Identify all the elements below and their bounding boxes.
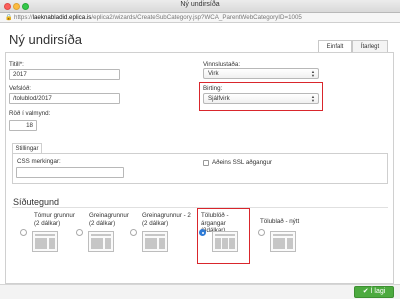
- lock-icon: 🔒: [5, 15, 13, 21]
- publish-value: Sjálfvirk: [208, 95, 230, 102]
- layout-radio-5[interactable]: [258, 229, 265, 236]
- url-host: laeknabladid.eplica.is: [32, 14, 92, 21]
- dialog-footer: [0, 284, 400, 299]
- layout-option-label: Greinagrunnur - 2 (2 dálkar): [142, 212, 191, 227]
- ok-button[interactable]: ✔ Í lagi: [354, 286, 394, 298]
- workflow-select[interactable]: Virk ▲ ▼: [203, 68, 319, 79]
- layout-option-label: Tölublað - nýtt: [260, 218, 300, 225]
- layout-thumbnail-icon[interactable]: [270, 231, 296, 252]
- layout-heading: Síðutegund: [13, 197, 60, 207]
- workflow-value: Virk: [208, 70, 219, 77]
- layout-thumbnail-icon[interactable]: [142, 231, 168, 252]
- ssl-label: Aðeins SSL aðgangur: [212, 159, 272, 166]
- title-input[interactable]: 2017: [9, 69, 120, 80]
- window-titlebar: Ný undirsíða: [0, 0, 400, 13]
- address-input[interactable]: /tolublod/2017: [9, 93, 120, 104]
- ssl-checkbox[interactable]: [203, 160, 209, 166]
- select-arrows-icon: ▲ ▼: [311, 94, 315, 103]
- layout-radio-2[interactable]: [76, 229, 83, 236]
- dialog-window: Ný undirsíða 🔒 https://laeknabladid.epli…: [0, 0, 400, 299]
- title-label: Titill*:: [9, 61, 24, 68]
- workflow-label: Vinnslustaða:: [203, 61, 241, 68]
- css-label: CSS merkingar:: [17, 158, 61, 165]
- url-path: /eplica2/wizards/CreateSubCategory.jsp?W…: [91, 14, 302, 21]
- order-input[interactable]: 18: [9, 120, 37, 131]
- select-arrows-icon: ▲ ▼: [311, 69, 315, 78]
- css-input[interactable]: [16, 167, 124, 178]
- layout-thumbnail-icon[interactable]: [88, 231, 114, 252]
- address-label: Vefslóð:: [9, 85, 32, 92]
- layout-thumbnail-icon[interactable]: [32, 231, 58, 252]
- address-url[interactable]: https://laeknabladid.eplica.is/eplica2/w…: [14, 14, 302, 21]
- check-icon: ✔: [362, 288, 369, 295]
- window-title: Ný undirsíða: [180, 1, 220, 8]
- publish-label: Birting:: [203, 85, 223, 92]
- layout-radio-3[interactable]: [130, 229, 137, 236]
- layout-thumbnail-icon[interactable]: [212, 231, 238, 252]
- url-scheme: https://: [14, 14, 33, 21]
- order-label: Röð í valmynd:: [9, 110, 51, 117]
- address-bar[interactable]: 🔒 https://laeknabladid.eplica.is/eplica2…: [0, 13, 400, 23]
- layout-radio-4[interactable]: [199, 229, 206, 236]
- layout-option-label: Greinagrunnur (2 dálkar): [89, 212, 129, 227]
- page-title: Ný undirsíða: [9, 32, 82, 47]
- ok-label: Í lagi: [370, 288, 386, 295]
- publish-select[interactable]: Sjálfvirk ▲ ▼: [203, 93, 319, 104]
- layout-option-label: Tómur grunnur (2 dálkar): [34, 212, 75, 227]
- layout-radio-1[interactable]: [20, 229, 27, 236]
